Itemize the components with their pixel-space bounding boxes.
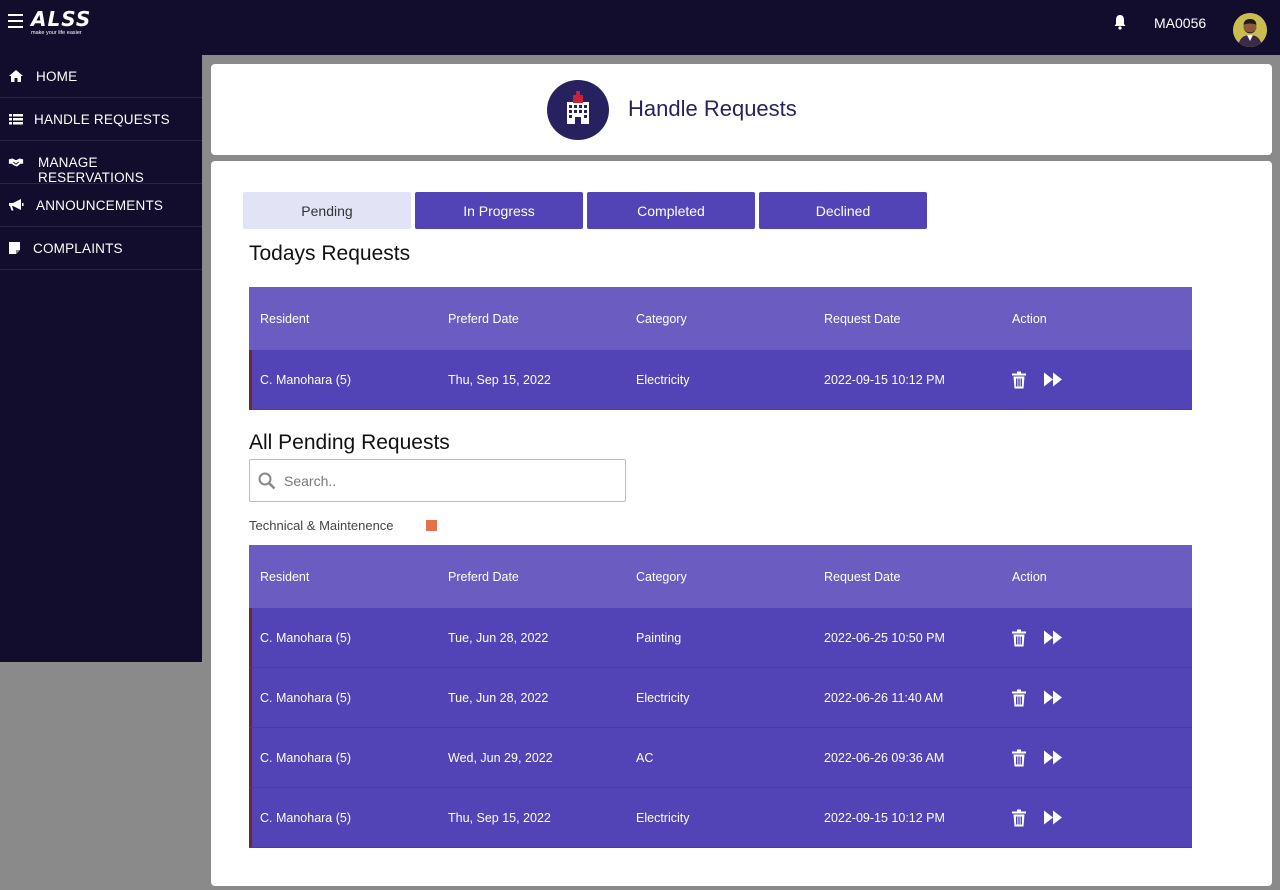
hamburger-menu-icon[interactable] [8, 14, 24, 28]
page-header: Handle Requests [211, 64, 1272, 155]
preferred-date-cell: Tue, Jun 28, 2022 [448, 630, 549, 645]
resident-cell: C. Manohara (5) [260, 690, 352, 705]
column-header: Preferd Date [448, 569, 519, 584]
search-input[interactable] [284, 470, 604, 492]
table-row[interactable]: C. Manohara (5) Tue, Jun 28, 2022 Electr… [249, 668, 1192, 728]
category-cell: Electricity [636, 690, 690, 705]
resident-cell: C. Manohara (5) [260, 372, 352, 387]
app-logo[interactable]: ALSS make your life easier [31, 8, 91, 36]
fast-forward-icon[interactable] [1044, 630, 1062, 645]
legend-swatch [426, 520, 437, 531]
legend-label: Technical & Maintenence [249, 518, 394, 533]
column-header: Resident [260, 311, 310, 326]
trash-icon[interactable] [1012, 689, 1026, 706]
sidebar-item-announcements[interactable]: ANNOUNCEMENTS [0, 184, 202, 227]
sidebar-item-handle-requests[interactable]: HANDLE REQUESTS [0, 98, 202, 141]
column-header: Request Date [824, 569, 901, 584]
category-cell: AC [636, 750, 654, 765]
resident-cell: C. Manohara (5) [260, 810, 352, 825]
trash-icon[interactable] [1012, 629, 1026, 646]
column-header: Action [1012, 569, 1047, 584]
table-header: Resident Preferd Date Category Request D… [249, 545, 1192, 608]
tab-declined[interactable]: Declined [759, 192, 927, 229]
column-header: Category [636, 311, 687, 326]
request-date-cell: 2022-06-26 11:40 AM [824, 690, 944, 705]
request-date-cell: 2022-09-15 10:12 PM [824, 372, 945, 387]
action-cell [1012, 689, 1062, 706]
sidebar-item-label: ANNOUNCEMENTS [36, 198, 164, 213]
category-cell: Painting [636, 630, 682, 645]
category-cell: Electricity [636, 372, 690, 387]
fast-forward-icon[interactable] [1044, 372, 1062, 387]
all-pending-title: All Pending Requests [249, 431, 450, 454]
trash-icon[interactable] [1012, 749, 1026, 766]
sidebar-item-label: MANAGE RESERVATIONS [38, 155, 144, 185]
trash-icon[interactable] [1012, 371, 1026, 388]
user-id[interactable]: MA0056 [1154, 15, 1206, 31]
search-icon [258, 472, 276, 490]
fast-forward-icon[interactable] [1044, 750, 1062, 765]
building-icon [547, 80, 609, 140]
sidebar-item-label: COMPLAINTS [33, 241, 123, 256]
column-header: Resident [260, 569, 310, 584]
preferred-date-cell: Tue, Jun 28, 2022 [448, 690, 549, 705]
sidebar-item-home[interactable]: HOME [0, 55, 202, 98]
search-box[interactable] [249, 459, 626, 502]
table-row[interactable]: C. Manohara (5) Thu, Sep 15, 2022 Electr… [249, 788, 1192, 848]
user-avatar-icon [1233, 13, 1267, 47]
sidebar-item-label: HANDLE REQUESTS [34, 112, 170, 127]
sidebar-item-label: HOME [36, 69, 78, 84]
column-header: Category [636, 569, 687, 584]
top-bar: ALSS make your life easier MA0056 [0, 0, 1280, 55]
preferred-date-cell: Thu, Sep 15, 2022 [448, 810, 551, 825]
action-cell [1012, 629, 1062, 646]
main-content: Pending In Progress Completed Declined T… [211, 161, 1272, 886]
todays-requests-title: Todays Requests [249, 242, 411, 265]
pending-requests-table: Resident Preferd Date Category Request D… [249, 545, 1192, 848]
trash-icon[interactable] [1012, 809, 1026, 826]
column-header: Action [1012, 311, 1047, 326]
request-date-cell: 2022-06-25 10:50 PM [824, 630, 945, 645]
table-header: Resident Preferd Date Category Request D… [249, 287, 1192, 350]
action-cell [1012, 809, 1062, 826]
tab-completed[interactable]: Completed [587, 192, 755, 229]
resident-cell: C. Manohara (5) [260, 750, 352, 765]
fast-forward-icon[interactable] [1044, 690, 1062, 705]
table-row[interactable]: C. Manohara (5) Tue, Jun 28, 2022 Painti… [249, 608, 1192, 668]
handshake-icon [8, 158, 24, 167]
table-row[interactable]: C. Manohara (5) Thu, Sep 15, 2022 Electr… [249, 350, 1192, 410]
bell-icon[interactable] [1113, 14, 1127, 30]
tab-in-progress[interactable]: In Progress [415, 192, 583, 229]
logo-text: ALSS [31, 7, 92, 31]
page-title: Handle Requests [628, 96, 797, 121]
preferred-date-cell: Wed, Jun 29, 2022 [448, 750, 553, 765]
request-date-cell: 2022-06-26 09:36 AM [824, 750, 945, 765]
sidebar-item-manage-reservations[interactable]: MANAGE RESERVATIONS [0, 141, 202, 185]
category-cell: Electricity [636, 810, 690, 825]
tab-pending[interactable]: Pending [243, 192, 411, 229]
table-row[interactable]: C. Manohara (5) Wed, Jun 29, 2022 AC 202… [249, 728, 1192, 788]
action-cell [1012, 749, 1062, 766]
list-icon [9, 114, 23, 125]
avatar[interactable] [1233, 13, 1267, 47]
megaphone-icon [9, 199, 24, 211]
fast-forward-icon[interactable] [1044, 810, 1062, 825]
request-date-cell: 2022-09-15 10:12 PM [824, 810, 945, 825]
sidebar-item-complaints[interactable]: COMPLAINTS [0, 227, 202, 270]
column-header: Request Date [824, 311, 901, 326]
sidebar: HOME HANDLE REQUESTS MANAGE RESERVATIONS… [0, 55, 202, 662]
resident-cell: C. Manohara (5) [260, 630, 352, 645]
column-header: Preferd Date [448, 311, 519, 326]
note-icon [9, 242, 20, 254]
action-cell [1012, 371, 1062, 388]
preferred-date-cell: Thu, Sep 15, 2022 [448, 372, 551, 387]
todays-requests-table: Resident Preferd Date Category Request D… [249, 287, 1192, 410]
home-icon [9, 70, 23, 82]
